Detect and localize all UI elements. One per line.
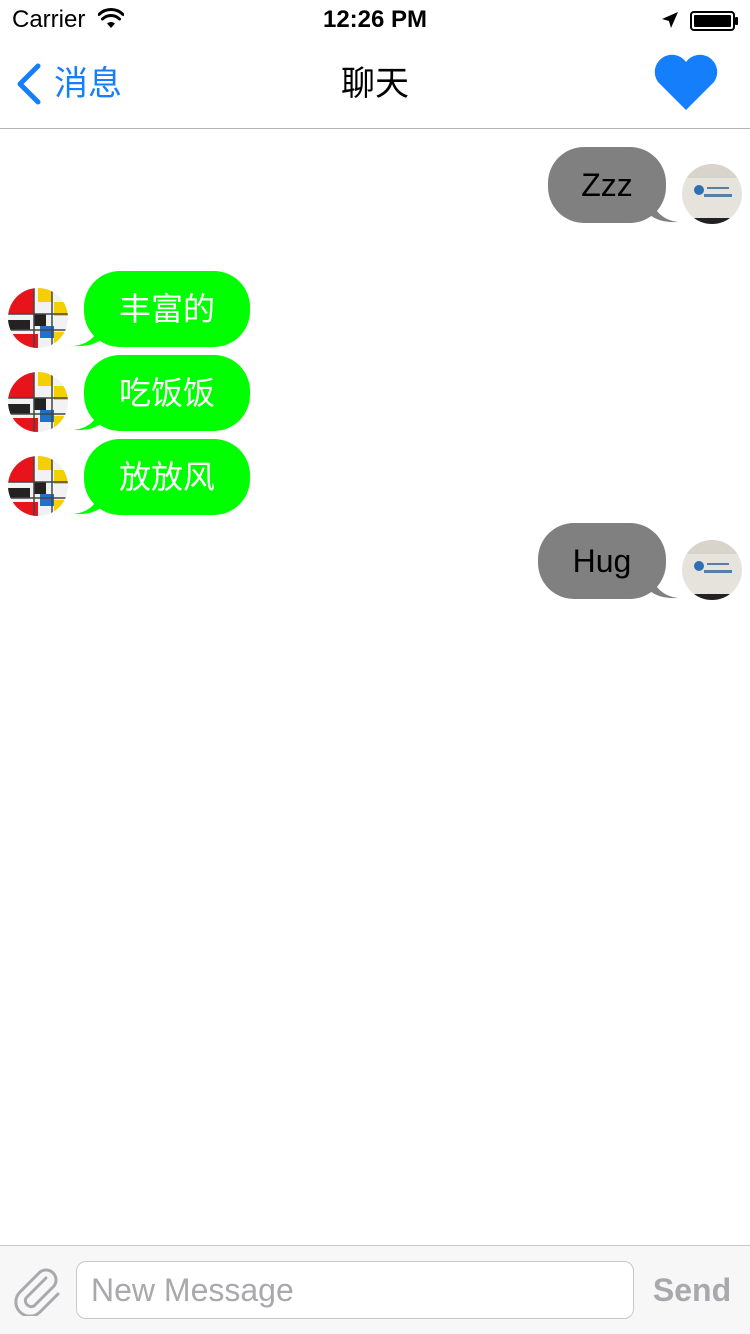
avatar-image <box>682 164 742 224</box>
heart-icon[interactable] <box>652 50 720 114</box>
paperclip-icon[interactable] <box>14 1268 64 1316</box>
message-row-incoming: 放放风 <box>0 439 300 519</box>
avatar[interactable] <box>682 540 742 600</box>
battery-icon <box>690 11 738 31</box>
navigation-bar: 消息 聊天 <box>0 40 750 129</box>
message-input[interactable] <box>76 1261 634 1319</box>
avatar-image <box>682 540 742 600</box>
send-button[interactable]: Send <box>646 1268 738 1312</box>
message-bubble[interactable]: Zzz <box>548 147 666 223</box>
location-arrow-icon <box>662 12 678 28</box>
avatar[interactable] <box>682 164 742 224</box>
avatar-image <box>8 288 68 348</box>
message-row-incoming: 吃饭饭 <box>0 355 300 435</box>
chat-screen: Carrier 12:26 PM 消息 聊天 Zzz 丰富的 吃饭饭 放放风 H… <box>0 0 750 1334</box>
message-bubble[interactable]: 放放风 <box>84 439 250 515</box>
message-bubble[interactable]: Hug <box>538 523 666 599</box>
message-bubble[interactable]: 丰富的 <box>84 271 250 347</box>
message-row-outgoing: Zzz <box>0 147 750 227</box>
status-time: 12:26 PM <box>322 6 428 33</box>
message-input-bar: Send <box>0 1245 750 1334</box>
avatar-image <box>8 372 68 432</box>
message-row-incoming: 丰富的 <box>0 271 300 351</box>
page-title: 聊天 <box>341 65 409 103</box>
avatar[interactable] <box>8 288 68 348</box>
message-row-outgoing: Hug <box>0 523 750 603</box>
message-bubble[interactable]: 吃饭饭 <box>84 355 250 431</box>
avatar-image <box>8 456 68 516</box>
status-bar: Carrier 12:26 PM <box>0 0 750 40</box>
avatar[interactable] <box>8 372 68 432</box>
avatar[interactable] <box>8 456 68 516</box>
